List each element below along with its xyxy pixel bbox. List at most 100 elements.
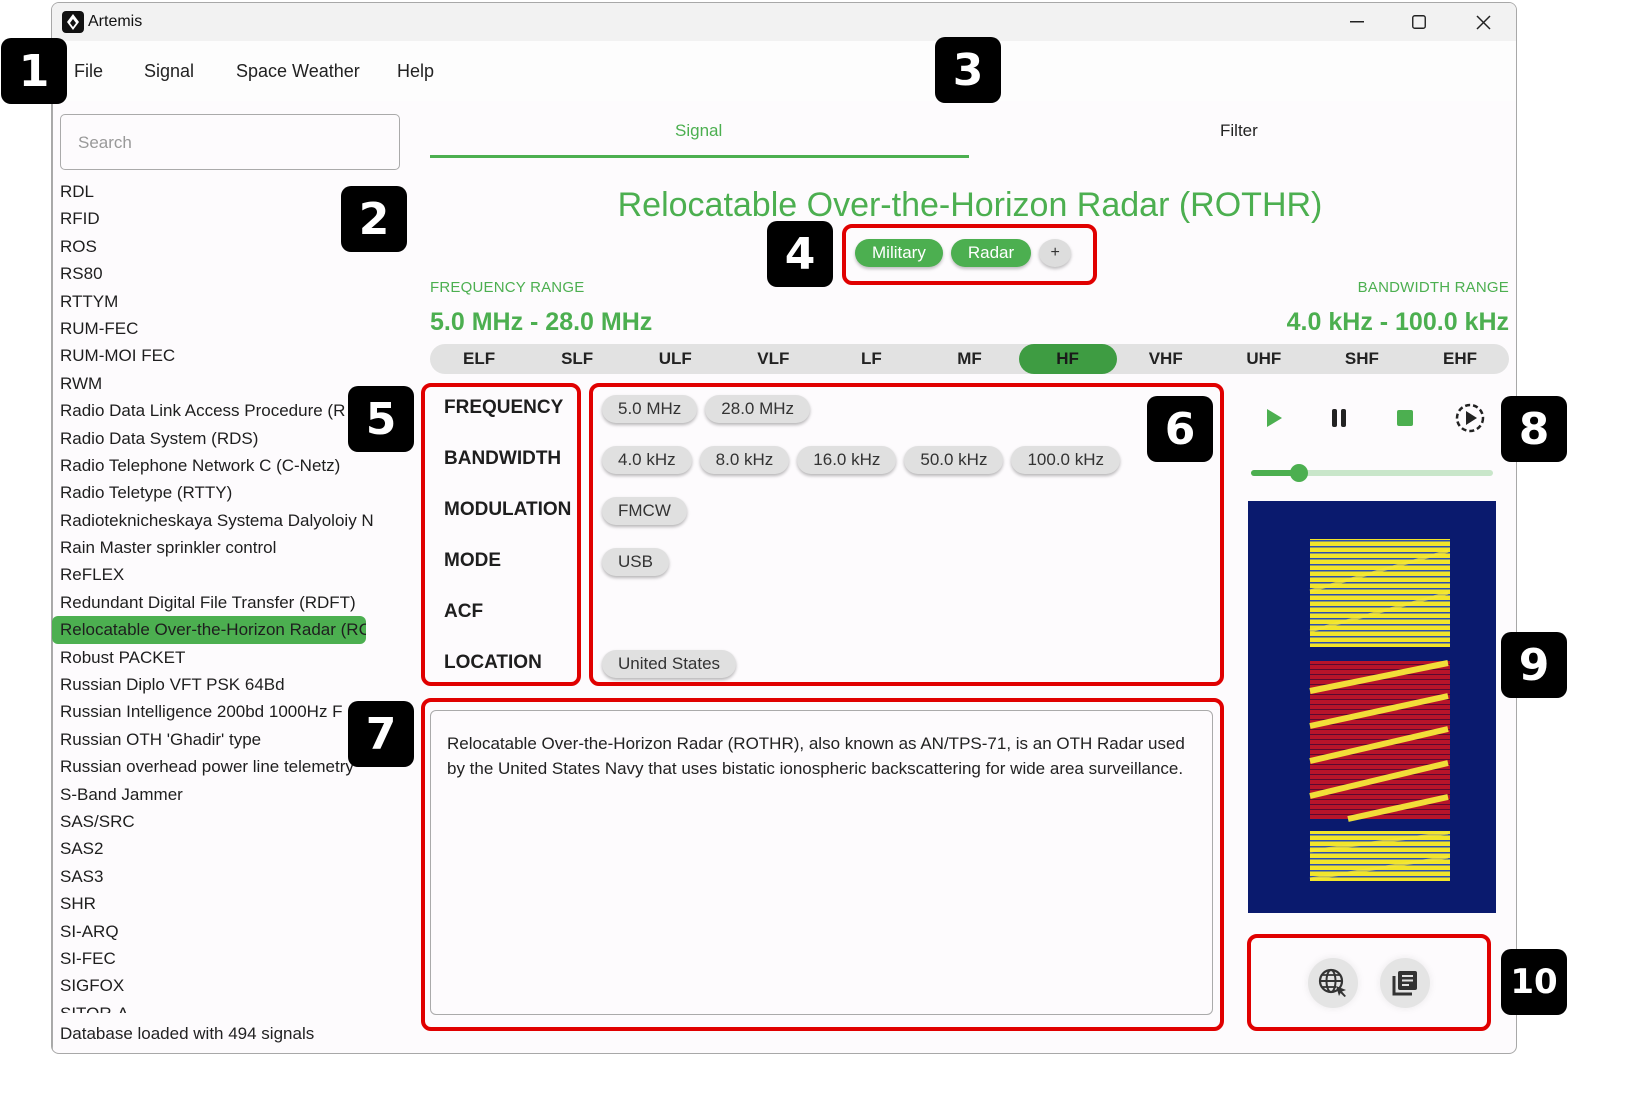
list-item-selected[interactable]: Relocatable Over-the-Horizon Radar (RC	[52, 616, 366, 644]
list-item[interactable]: SITOR-A	[52, 1000, 375, 1013]
band-lf[interactable]: LF	[822, 344, 920, 374]
web-link-icon	[1318, 968, 1346, 997]
menu-file[interactable]: File	[74, 61, 103, 82]
list-item[interactable]: SAS/SRC	[52, 808, 375, 835]
band-ulf[interactable]: ULF	[626, 344, 724, 374]
description-box[interactable]: Relocatable Over-the-Horizon Radar (ROTH…	[430, 710, 1213, 1015]
menu-signal[interactable]: Signal	[144, 61, 194, 82]
list-item[interactable]: ROS	[52, 233, 375, 260]
property-value-chip[interactable]: 50.0 kHz	[904, 446, 1004, 474]
list-item[interactable]: ReFLEX	[52, 561, 375, 588]
tab-bar: Signal Filter	[430, 113, 1510, 163]
list-item[interactable]: RFID	[52, 205, 375, 232]
list-item[interactable]: SHR	[52, 890, 375, 917]
add-category-button[interactable]: +	[1039, 239, 1072, 267]
list-item[interactable]: SIGFOX	[52, 972, 375, 999]
library-button[interactable]	[1380, 958, 1430, 1008]
list-item[interactable]: RUM-FEC	[52, 315, 375, 342]
status-text: Database loaded with 494 signals	[60, 1024, 315, 1043]
slider-thumb[interactable]	[1290, 464, 1309, 482]
minimize-button[interactable]	[1337, 7, 1377, 37]
property-value-chip[interactable]: 8.0 kHz	[699, 446, 790, 474]
frequency-range-value: 5.0 MHz - 28.0 MHz	[430, 308, 653, 336]
list-item[interactable]: Radio Data Link Access Procedure (R	[52, 397, 375, 424]
property-label-mode: MODE	[444, 550, 501, 571]
bandwidth-range-label: BANDWIDTH RANGE	[1357, 279, 1509, 296]
list-item[interactable]: Russian Intelligence 200bd 1000Hz F	[52, 698, 375, 725]
property-value-chip[interactable]: 100.0 kHz	[1011, 446, 1121, 474]
list-item[interactable]: S-Band Jammer	[52, 781, 375, 808]
artemis-logo-icon	[62, 11, 84, 33]
band-elf[interactable]: ELF	[430, 344, 528, 374]
list-item[interactable]: Russian Diplo VFT PSK 64Bd	[52, 671, 375, 698]
annotation-badge-7: 7	[348, 701, 414, 767]
list-item[interactable]: RWM	[52, 370, 375, 397]
band-shf[interactable]: SHF	[1313, 344, 1411, 374]
band-vlf[interactable]: VLF	[724, 344, 822, 374]
property-value-chip[interactable]: United States	[602, 650, 737, 678]
list-item[interactable]: Robust PACKET	[52, 644, 375, 671]
list-item[interactable]: Radio Telephone Network C (C-Netz)	[52, 452, 375, 479]
list-item[interactable]: Radio Teletype (RTTY)	[52, 479, 375, 506]
web-link-button[interactable]	[1308, 958, 1358, 1008]
stop-button[interactable]	[1385, 398, 1425, 438]
list-item[interactable]: RUM-MOI FEC	[52, 342, 375, 369]
window-title: Artemis	[88, 13, 143, 30]
property-value-chip[interactable]: 5.0 MHz	[602, 395, 698, 423]
category-chip-military[interactable]: Military	[855, 239, 943, 267]
menu-help[interactable]: Help	[397, 61, 434, 82]
list-item[interactable]: SI-ARQ	[52, 918, 375, 945]
property-row-bandwidth: 4.0 kHz 8.0 kHz 16.0 kHz 50.0 kHz 100.0 kHz	[602, 436, 1121, 487]
annotation-badge-9: 9	[1501, 632, 1567, 698]
signal-list[interactable]: RDL RFID ROS RS80 RTTYM RUM-FEC RUM-MOI FEC RWM…	[52, 178, 382, 1013]
band-mf[interactable]: MF	[920, 344, 1018, 374]
list-item[interactable]: Rain Master sprinkler control	[52, 534, 375, 561]
list-item[interactable]: Russian OTH 'Ghadir' type	[52, 726, 375, 753]
list-item[interactable]: RTTYM	[52, 288, 375, 315]
property-value-chip[interactable]: USB	[602, 548, 669, 576]
band-ehf[interactable]: EHF	[1411, 344, 1509, 374]
menu-bar: File Signal Space Weather Help	[52, 41, 1516, 101]
list-item[interactable]: SI-FEC	[52, 945, 375, 972]
list-item[interactable]: RS80	[52, 260, 375, 287]
menu-space-weather[interactable]: Space Weather	[236, 61, 360, 82]
property-value-chip[interactable]: 4.0 kHz	[602, 446, 692, 474]
property-label-location: LOCATION	[444, 652, 542, 673]
play-icon	[1267, 409, 1282, 427]
annotation-badge-2: 2	[341, 186, 407, 252]
list-item[interactable]: Radio Data System (RDS)	[52, 425, 375, 452]
band-vhf[interactable]: VHF	[1117, 344, 1215, 374]
tab-filter[interactable]: Filter	[1220, 121, 1258, 141]
annotation-badge-6: 6	[1147, 396, 1213, 462]
list-item[interactable]: RDL	[52, 178, 375, 205]
close-button[interactable]	[1463, 7, 1503, 37]
annotation-badge-8: 8	[1501, 396, 1567, 462]
frequency-range-label: FREQUENCY RANGE	[430, 279, 585, 296]
list-item[interactable]: Radioteknicheskaya Systema Dalyoloiy N	[52, 507, 375, 534]
volume-slider[interactable]	[1251, 464, 1493, 482]
app-window: Artemis File Signal Space Weather Help R…	[51, 2, 1517, 1054]
search-input[interactable]	[76, 132, 380, 154]
band-hf[interactable]: HF	[1018, 344, 1117, 374]
maximize-button[interactable]	[1399, 7, 1439, 37]
category-chip-radar[interactable]: Radar	[950, 239, 1032, 267]
list-item[interactable]: SAS2	[52, 835, 375, 862]
loop-play-button[interactable]	[1450, 398, 1490, 438]
property-value-chip[interactable]: 28.0 MHz	[705, 395, 811, 423]
close-icon	[1475, 14, 1491, 30]
play-button[interactable]	[1254, 398, 1294, 438]
property-value-chip[interactable]: 16.0 kHz	[797, 446, 897, 474]
property-values: 5.0 MHz 28.0 MHz 4.0 kHz 8.0 kHz 16.0 kHz 50.…	[602, 385, 1121, 691]
band-uhf[interactable]: UHF	[1215, 344, 1313, 374]
search-box[interactable]	[60, 114, 400, 170]
list-item[interactable]: Russian overhead power line telemetry	[52, 753, 375, 780]
band-slf[interactable]: SLF	[528, 344, 626, 374]
tab-signal[interactable]: Signal	[675, 121, 722, 141]
list-item[interactable]: SAS3	[52, 863, 375, 890]
property-value-chip[interactable]: FMCW	[602, 497, 687, 525]
property-row-acf	[602, 589, 1120, 640]
list-item[interactable]: Redundant Digital File Transfer (RDFT)	[52, 589, 375, 616]
property-row-frequency: 5.0 MHz 28.0 MHz	[602, 385, 1120, 436]
signal-title: Relocatable Over-the-Horizon Radar (ROTH…	[617, 186, 1323, 224]
pause-button[interactable]	[1319, 398, 1359, 438]
